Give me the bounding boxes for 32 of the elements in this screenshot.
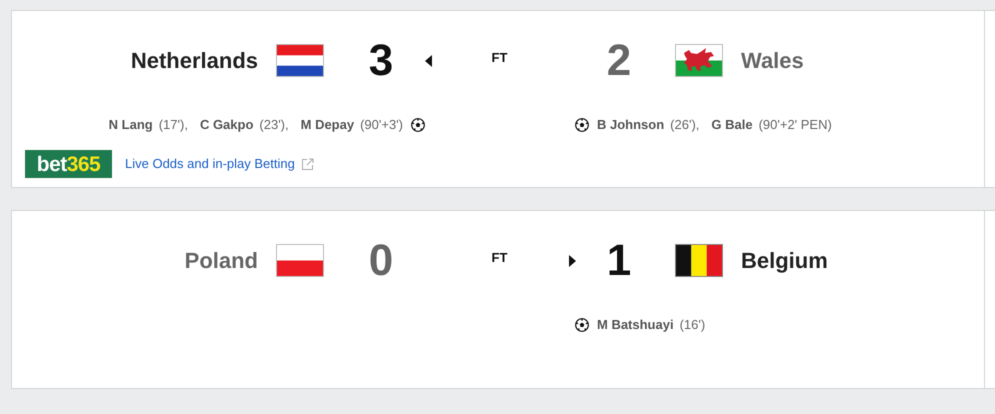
football-icon bbox=[411, 118, 425, 132]
goal-minute: (90'+2' PEN) bbox=[758, 116, 832, 134]
scorer-name: C Gakpo bbox=[200, 116, 254, 134]
flag-icon bbox=[675, 244, 723, 277]
goal-minute: (23'), bbox=[259, 116, 289, 134]
flag-icon bbox=[675, 44, 723, 77]
team-name: Belgium bbox=[741, 247, 828, 275]
scorer-name: G Bale bbox=[711, 116, 753, 134]
match-status: FT bbox=[492, 48, 508, 67]
external-link-icon bbox=[300, 158, 314, 170]
flag-icon bbox=[276, 44, 324, 77]
scorer-name: N Lang bbox=[108, 116, 153, 134]
team-name: Wales bbox=[741, 47, 804, 75]
football-icon bbox=[575, 118, 589, 132]
scorer-name: M Batshuayi bbox=[597, 316, 674, 334]
betting-link[interactable]: Live Odds and in-play Betting bbox=[125, 154, 295, 174]
match-status: FT bbox=[492, 248, 508, 267]
goal-minute: (17'), bbox=[158, 116, 188, 134]
flag-icon bbox=[276, 244, 324, 277]
scorer-name: B Johnson bbox=[597, 116, 664, 134]
score: 1 bbox=[606, 238, 632, 282]
score: 0 bbox=[368, 238, 394, 282]
goal-minute: (90'+3') bbox=[360, 116, 403, 134]
scorer-name: M Depay bbox=[300, 116, 354, 134]
team-name: Netherlands bbox=[130, 47, 258, 75]
bet365-logo[interactable]: bet365 bbox=[25, 150, 112, 178]
team-name: Poland bbox=[184, 247, 258, 275]
goal-minute: (26'), bbox=[670, 116, 700, 134]
score: 3 bbox=[368, 38, 394, 82]
football-icon bbox=[575, 318, 589, 332]
score: 2 bbox=[606, 38, 632, 82]
goal-minute: (16') bbox=[680, 316, 706, 334]
